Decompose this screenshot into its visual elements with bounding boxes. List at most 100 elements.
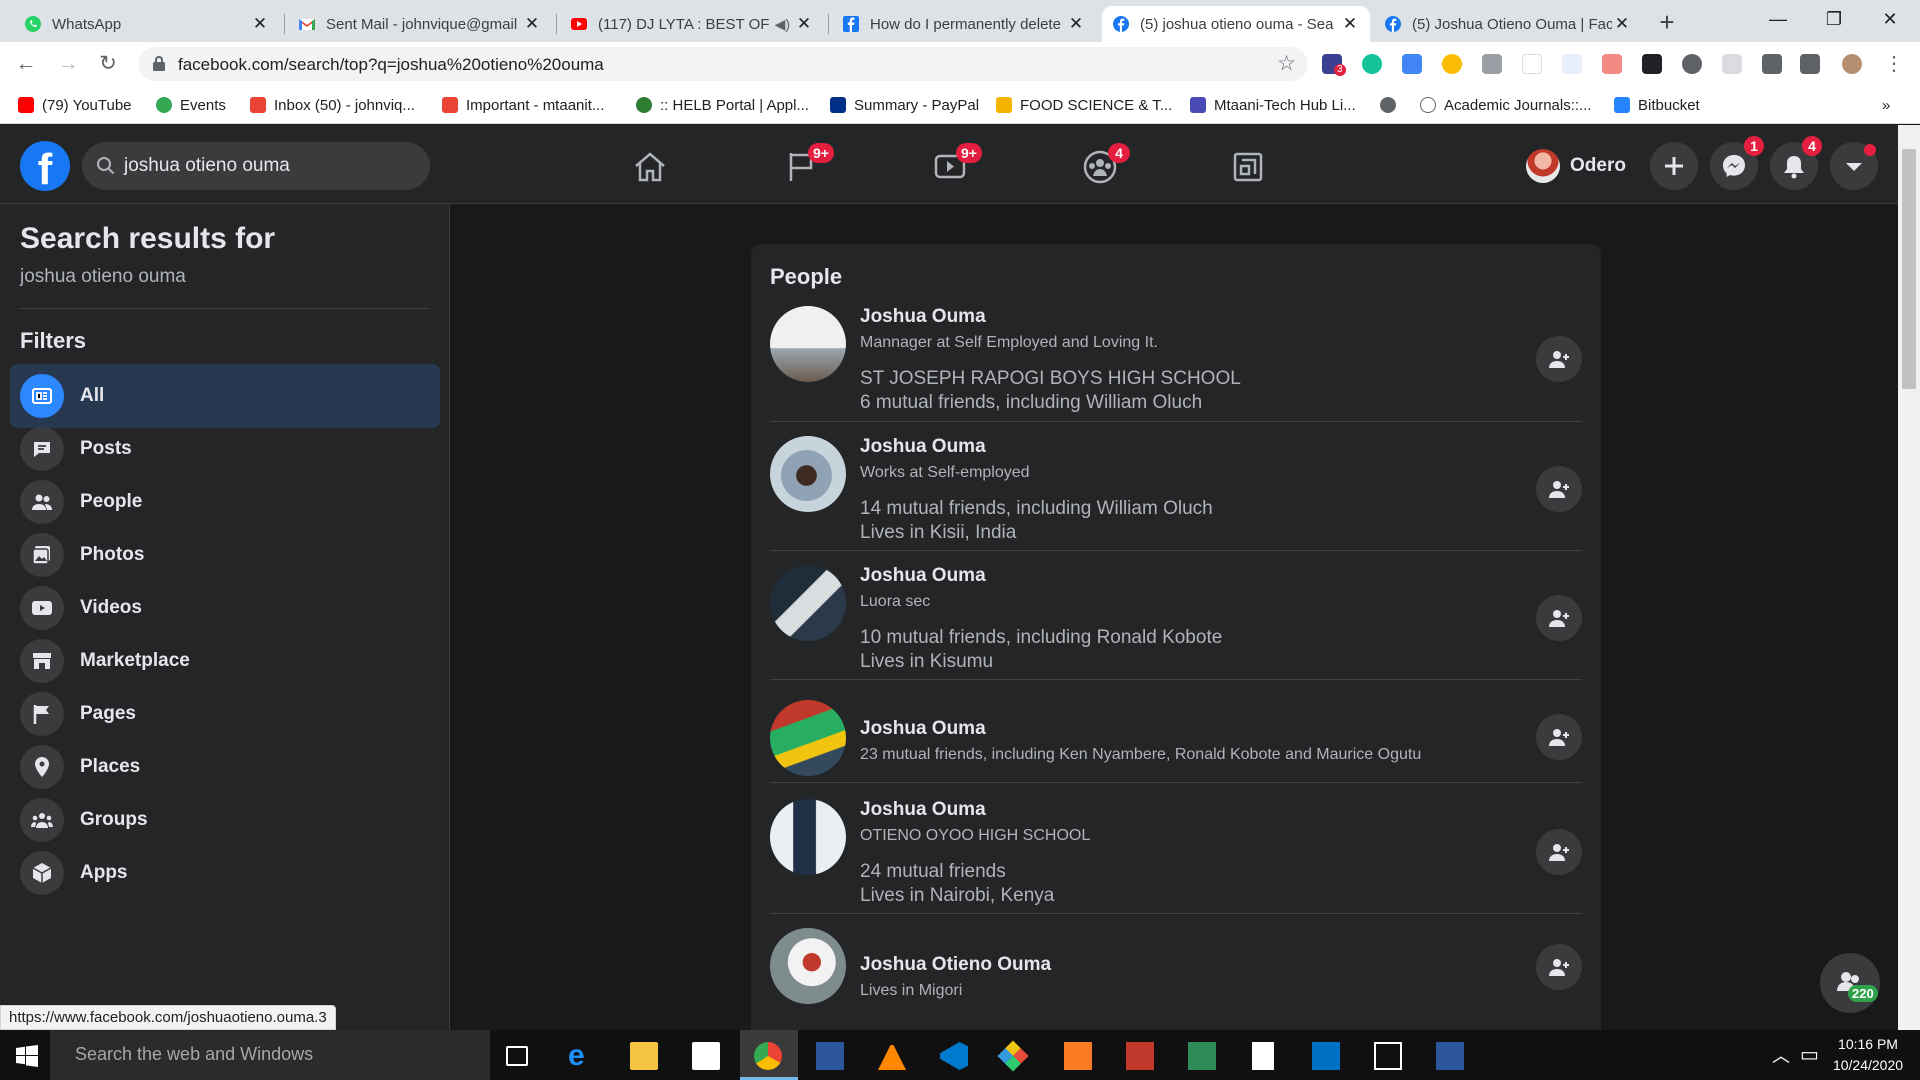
app-map-icon[interactable] [1188,1042,1216,1070]
bookmark-paypal[interactable]: Summary - PayPal [830,94,979,116]
spss-icon[interactable] [1126,1042,1154,1070]
reload-button[interactable]: ↻ [94,50,122,78]
home-icon[interactable] [632,149,668,185]
store-icon[interactable] [692,1042,720,1070]
extension-grid-icon[interactable] [1482,54,1502,74]
close-tab-icon[interactable]: ✕ [1612,14,1632,34]
avatar[interactable] [770,799,846,875]
bookmark-food-science[interactable]: FOOD SCIENCE & T... [996,94,1172,116]
add-friend-button[interactable] [1536,944,1582,990]
bookmark-bitbucket[interactable]: Bitbucket [1614,94,1700,116]
bookmark-star-icon[interactable]: ☆ [1277,51,1296,76]
cloud-download-icon[interactable] [1682,54,1702,74]
bookmark-mtaani-tech[interactable]: Mtaani-Tech Hub Li... [1190,94,1356,116]
xampp-icon[interactable] [1064,1042,1092,1070]
word-icon[interactable] [1436,1042,1464,1070]
tab-facebook-search[interactable]: (5) joshua otieno ouma - Sea ✕ [1102,6,1370,42]
avatar[interactable] [770,306,846,382]
outlook-icon[interactable] [1312,1042,1340,1070]
close-window-button[interactable]: ✕ [1862,0,1918,40]
restore-button[interactable]: ❐ [1806,0,1862,40]
edge-icon[interactable]: e [568,1041,596,1071]
add-friend-button[interactable] [1536,829,1582,875]
person-name[interactable]: Joshua Ouma [860,306,986,328]
facebook-logo[interactable]: f [20,141,70,191]
file-explorer-icon[interactable] [630,1042,658,1070]
action-center-icon[interactable]: ▭ [1800,1042,1819,1067]
extension-b-icon[interactable]: 3 [1322,54,1346,76]
extension-docs-icon[interactable] [1402,54,1422,74]
close-tab-icon[interactable]: ✕ [1066,14,1086,34]
github-icon[interactable] [1642,54,1662,74]
close-tab-icon[interactable]: ✕ [522,14,542,34]
tab-whatsapp[interactable]: WhatsApp ✕ [14,6,280,42]
profile-button[interactable]: Odero [1526,147,1626,185]
gaming-icon[interactable] [1230,149,1266,185]
speaker-icon[interactable]: ◀) [775,16,790,33]
extension-page-icon[interactable] [1722,54,1742,74]
app-diamond-icon[interactable] [997,1040,1029,1072]
taskbar-search-input[interactable]: Search the web and Windows [50,1030,490,1080]
extension-file-icon[interactable] [1562,54,1582,74]
forward-button[interactable]: → [54,50,82,78]
taskbar-clock[interactable]: 10:16 PM 10/24/2020 [1822,1034,1914,1076]
page-scrollbar[interactable] [1898,125,1920,1030]
tab-facebook-profile[interactable]: (5) Joshua Otieno Ouma | Fac ✕ [1374,6,1642,42]
close-tab-icon[interactable]: ✕ [1340,14,1360,34]
person-result[interactable]: Joshua Ouma Works at Self-employed 14 mu… [770,436,1582,566]
remote-desktop-icon[interactable] [1374,1042,1402,1070]
search-input[interactable]: joshua otieno ouma [82,142,430,190]
minimize-button[interactable]: — [1750,0,1806,40]
avatar[interactable] [770,565,846,641]
close-tab-icon[interactable]: ✕ [250,14,270,34]
avatar[interactable] [770,928,846,1004]
add-friend-button[interactable] [1536,595,1582,641]
vscode-icon[interactable] [940,1042,968,1070]
bookmark-inbox[interactable]: Inbox (50) - johnviq... [250,94,415,116]
task-view-icon[interactable] [506,1046,528,1066]
tab-youtube[interactable]: (117) DJ LYTA : BEST OF ◀) ✕ [560,6,824,42]
new-group-chat-button[interactable]: 220 [1820,953,1880,1013]
person-result[interactable]: Joshua Otieno Ouma Lives in Migori [770,928,1582,1028]
profile-avatar-icon[interactable] [1842,54,1862,74]
calendar-app-icon[interactable] [816,1042,844,1070]
chrome-icon[interactable] [754,1042,782,1070]
bookmark-globe[interactable] [1380,94,1404,116]
avatar[interactable] [770,700,846,776]
address-bar[interactable]: facebook.com/search/top?q=joshua%20otien… [138,47,1308,81]
notepad-icon[interactable] [1252,1042,1274,1070]
extension-compass-icon[interactable] [1442,54,1462,74]
person-result[interactable]: Joshua Ouma Luora sec 10 mutual friends,… [770,565,1582,695]
windows-start-icon[interactable] [16,1045,38,1067]
back-button[interactable]: ← [12,50,40,78]
more-bookmarks-button[interactable]: » [1882,94,1890,116]
person-name[interactable]: Joshua Ouma [860,718,986,740]
bookmark-events[interactable]: Events [156,94,226,116]
person-result[interactable]: Joshua Ouma 23 mutual friends, including… [770,694,1582,784]
person-name[interactable]: Joshua Otieno Ouma [860,954,1051,976]
create-button[interactable] [1650,142,1698,190]
bookmark-important[interactable]: Important - mtaanit... [442,94,604,116]
person-name[interactable]: Joshua Ouma [860,436,986,458]
tab-facebook-help[interactable]: How do I permanently delete ✕ [832,6,1096,42]
extension-plus-icon[interactable] [1522,54,1542,74]
tab-gmail-sent[interactable]: Sent Mail - johnvique@gmail ✕ [288,6,552,42]
person-name[interactable]: Joshua Ouma [860,799,986,821]
add-friend-button[interactable] [1536,466,1582,512]
bookmark-helb[interactable]: :: HELB Portal | Appl... [636,94,809,116]
new-tab-button[interactable]: + [1652,8,1682,38]
puzzle-icon[interactable] [1762,54,1782,74]
filter-apps[interactable]: Apps [10,841,440,905]
avatar[interactable] [770,436,846,512]
bookmark-academic-journals[interactable]: Academic Journals::... [1420,94,1592,116]
bookmark-youtube[interactable]: (79) YouTube [18,94,132,116]
media-queue-icon[interactable] [1800,54,1820,74]
chrome-menu-icon[interactable]: ⋮ [1880,50,1908,78]
add-friend-button[interactable] [1536,336,1582,382]
add-friend-button[interactable] [1536,714,1582,760]
close-tab-icon[interactable]: ✕ [794,14,814,34]
person-result[interactable]: Joshua Ouma Mannager at Self Employed an… [770,306,1582,436]
scrollbar-thumb[interactable] [1902,149,1916,389]
extension-tree-icon[interactable] [1602,54,1622,74]
grammarly-icon[interactable] [1362,54,1382,74]
